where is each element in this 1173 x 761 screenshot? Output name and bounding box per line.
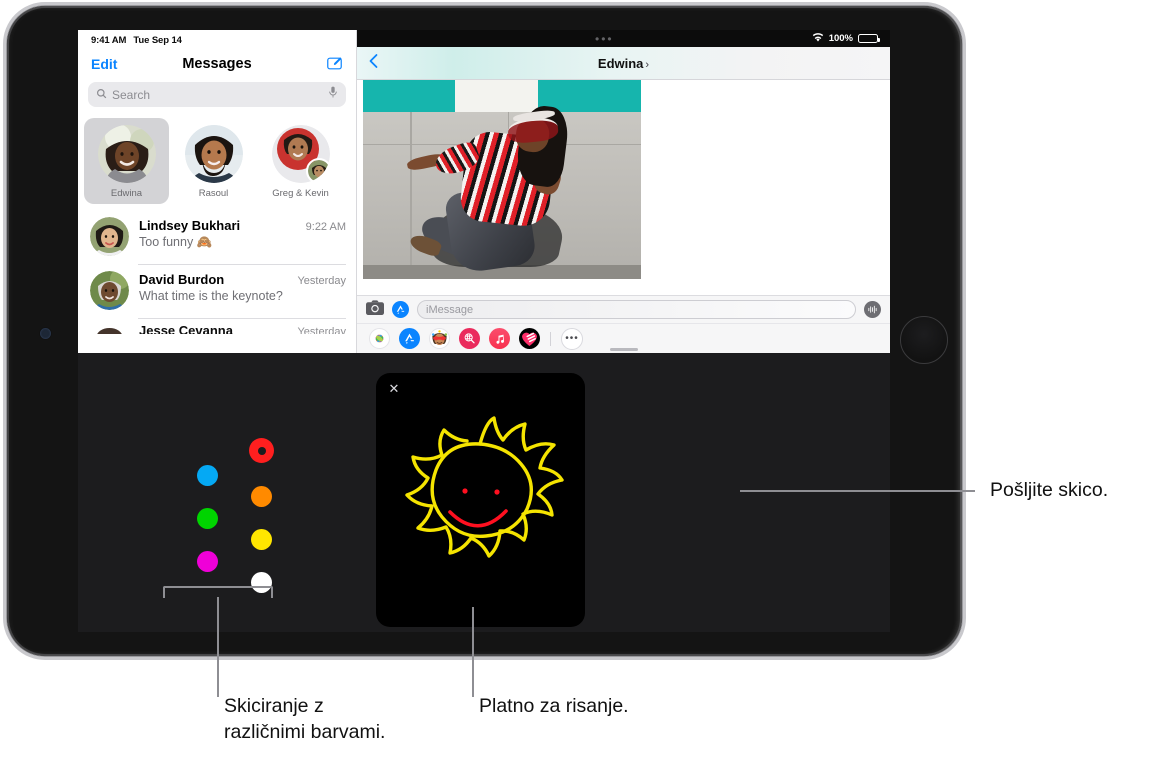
- page-title: Messages: [182, 55, 252, 72]
- leader-line-colors: [217, 597, 219, 697]
- contact-name: Jesse Cevanna: [139, 323, 233, 334]
- ipad-device: 9:41 AM Tue Sep 14 Edit Messages Search …: [3, 2, 966, 660]
- app-drawer: •••: [357, 323, 890, 353]
- message-preview: What time is the keynote?: [139, 289, 283, 303]
- color-swatch-green[interactable]: [197, 508, 218, 529]
- search-bar-wrapper: Search: [78, 80, 356, 114]
- color-swatch-yellow[interactable]: [251, 529, 272, 550]
- memoji-app-icon[interactable]: [429, 328, 450, 349]
- imessage-input[interactable]: iMessage: [417, 300, 856, 319]
- list-item-body: Lindsey Bukhari 9:22 AM Too funny 🙈: [139, 217, 346, 256]
- status-bar-left: 9:41 AM Tue Sep 14: [78, 30, 356, 47]
- status-time: 9:41 AM: [91, 34, 127, 46]
- color-swatch-cyan[interactable]: [197, 465, 218, 486]
- multitasking-handle[interactable]: •••: [357, 33, 812, 45]
- avatar: [90, 323, 129, 334]
- pinned-contact-label: Rasoul: [198, 188, 229, 199]
- avatar: [97, 125, 156, 183]
- chevron-right-icon: ›: [645, 58, 650, 71]
- messages-app: 9:41 AM Tue Sep 14 Edit Messages Search …: [78, 30, 890, 353]
- pinned-contacts-row: Edwina Rasoul Greg & Kevin: [78, 114, 356, 210]
- images-app-icon[interactable]: [459, 328, 480, 349]
- pinned-contact-label: Greg & Kevin: [272, 188, 329, 199]
- ipad-screen: 9:41 AM Tue Sep 14 Edit Messages Search …: [78, 30, 890, 632]
- status-bar-right: ••• 100%: [357, 30, 890, 47]
- messages-sidebar: 9:41 AM Tue Sep 14 Edit Messages Search …: [78, 30, 357, 353]
- screenshot-root: 9:41 AM Tue Sep 14 Edit Messages Search …: [0, 0, 1173, 761]
- music-app-icon[interactable]: [489, 328, 510, 349]
- photos-app-icon[interactable]: [369, 328, 390, 349]
- imessage-placeholder: iMessage: [426, 303, 474, 316]
- sketch-drawing: [405, 416, 564, 558]
- timestamp: Yesterday: [297, 275, 346, 287]
- search-icon: [96, 86, 107, 104]
- list-item[interactable]: David Burdon Yesterday What time is the …: [78, 264, 356, 318]
- color-swatch-magenta[interactable]: [197, 551, 218, 572]
- compose-icon[interactable]: [326, 55, 343, 72]
- leader-line-canvas: [472, 607, 474, 697]
- pinned-contact-label: Edwina: [110, 188, 143, 199]
- sidebar-nav-bar: Edit Messages: [78, 47, 356, 80]
- home-button[interactable]: [900, 316, 948, 364]
- conversation-pane: ••• 100% Edwina › iMessage •••: [357, 30, 890, 353]
- list-item-body: David Burdon Yesterday What time is the …: [139, 271, 346, 310]
- audio-waveform-icon[interactable]: [864, 301, 881, 318]
- color-swatch-red[interactable]: [249, 438, 274, 463]
- status-date: Tue Sep 14: [133, 34, 182, 46]
- divider: [550, 331, 551, 346]
- avatar-group: [271, 125, 330, 183]
- battery-percent: 100%: [828, 33, 853, 44]
- avatar: [184, 125, 243, 183]
- more-apps-button[interactable]: •••: [561, 327, 583, 350]
- app-store-app-icon[interactable]: [399, 328, 420, 349]
- message-input-bar: iMessage: [357, 295, 890, 323]
- search-placeholder: Search: [112, 87, 151, 102]
- timestamp: Yesterday: [297, 326, 346, 334]
- microphone-icon[interactable]: [328, 86, 338, 104]
- pinned-contact-greg-and-kevin[interactable]: Greg & Kevin: [258, 118, 343, 204]
- avatar: [90, 217, 129, 256]
- digital-touch-app-icon[interactable]: [519, 328, 540, 349]
- color-palette: [183, 438, 293, 598]
- color-swatch-orange[interactable]: [251, 486, 272, 507]
- camera-icon[interactable]: [366, 299, 384, 320]
- search-input[interactable]: Search: [88, 82, 346, 107]
- list-item[interactable]: Jesse Cevanna Yesterday: [78, 318, 356, 334]
- message-preview: Too funny 🙈: [139, 235, 213, 249]
- back-chevron-icon[interactable]: [357, 53, 390, 74]
- callout-colors-line1: Skiciranje z: [224, 695, 324, 717]
- list-item-body: Jesse Cevanna Yesterday: [139, 323, 346, 334]
- callout-send-sketch: Pošljite skico.: [990, 479, 1109, 501]
- drawer-drag-handle[interactable]: [609, 348, 638, 351]
- timestamp: 9:22 AM: [305, 221, 346, 233]
- photo-attachment[interactable]: [363, 80, 641, 279]
- app-store-icon[interactable]: [392, 301, 409, 318]
- list-item[interactable]: Lindsey Bukhari 9:22 AM Too funny 🙈: [78, 210, 356, 264]
- leader-line-send: [740, 490, 975, 492]
- pinned-contact-edwina[interactable]: Edwina: [84, 118, 169, 204]
- callout-colors-line2: različnimi barvami.: [224, 721, 386, 743]
- contact-name: Lindsey Bukhari: [139, 218, 241, 233]
- front-camera-icon: [40, 328, 51, 339]
- drawing-canvas[interactable]: ✕: [376, 373, 585, 627]
- message-area: [357, 80, 890, 295]
- contact-name: David Burdon: [139, 272, 225, 287]
- avatar-secondary: [305, 158, 330, 183]
- avatar: [90, 271, 129, 310]
- conversation-title-group[interactable]: Edwina ›: [357, 56, 890, 71]
- edit-button[interactable]: Edit: [91, 56, 117, 72]
- status-indicators: 100%: [812, 32, 880, 45]
- conversation-title: Edwina: [597, 55, 644, 71]
- conversation-list: Lindsey Bukhari 9:22 AM Too funny 🙈 Davi…: [78, 210, 356, 334]
- conversation-header: Edwina ›: [357, 47, 890, 80]
- battery-icon: [858, 33, 880, 44]
- callout-canvas: Platno za risanje.: [479, 695, 629, 717]
- wifi-icon: [812, 32, 824, 45]
- pinned-contact-rasoul[interactable]: Rasoul: [171, 118, 256, 204]
